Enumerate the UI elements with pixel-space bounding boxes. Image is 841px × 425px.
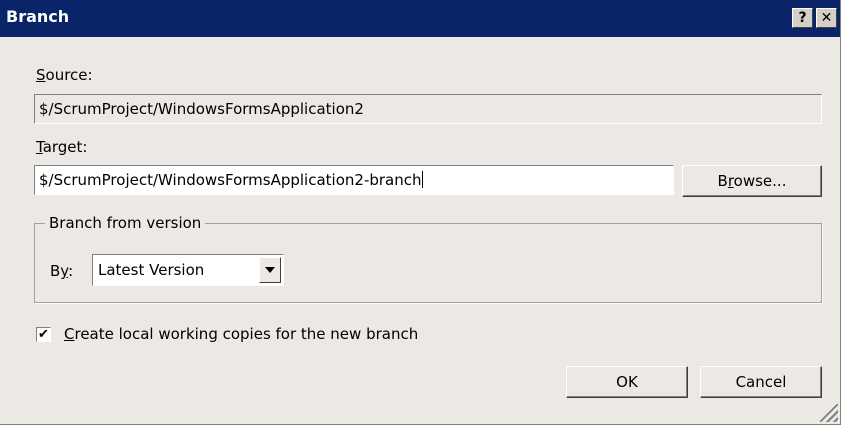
- create-local-copies-label[interactable]: Create local working copies for the new …: [64, 325, 418, 343]
- browse-button[interactable]: Browse...: [682, 165, 822, 197]
- source-label: Source:: [36, 66, 93, 84]
- ok-button[interactable]: OK: [566, 366, 688, 398]
- by-label: By:: [50, 262, 74, 280]
- resize-grip-icon[interactable]: [820, 404, 838, 422]
- title-bar[interactable]: Branch ? ✕: [0, 0, 840, 37]
- cancel-button[interactable]: Cancel: [700, 366, 822, 398]
- close-button[interactable]: ✕: [816, 8, 837, 28]
- target-label: Target:: [36, 138, 88, 156]
- help-button[interactable]: ?: [792, 8, 813, 28]
- target-input[interactable]: $/ScrumProject/WindowsFormsApplication2-…: [34, 165, 674, 195]
- create-local-copies-checkbox[interactable]: ✔: [36, 327, 51, 342]
- dialog-title: Branch: [6, 7, 70, 26]
- group-legend: Branch from version: [45, 214, 206, 232]
- dropdown-arrow-icon[interactable]: [259, 257, 281, 283]
- text-caret: [421, 171, 423, 188]
- version-type-select[interactable]: Latest Version: [92, 254, 284, 286]
- selected-version-type: Latest Version: [98, 261, 205, 279]
- source-field: $/ScrumProject/WindowsFormsApplication2: [34, 94, 822, 124]
- branch-dialog: Branch ? ✕ Source: $/ScrumProject/Window…: [0, 0, 841, 425]
